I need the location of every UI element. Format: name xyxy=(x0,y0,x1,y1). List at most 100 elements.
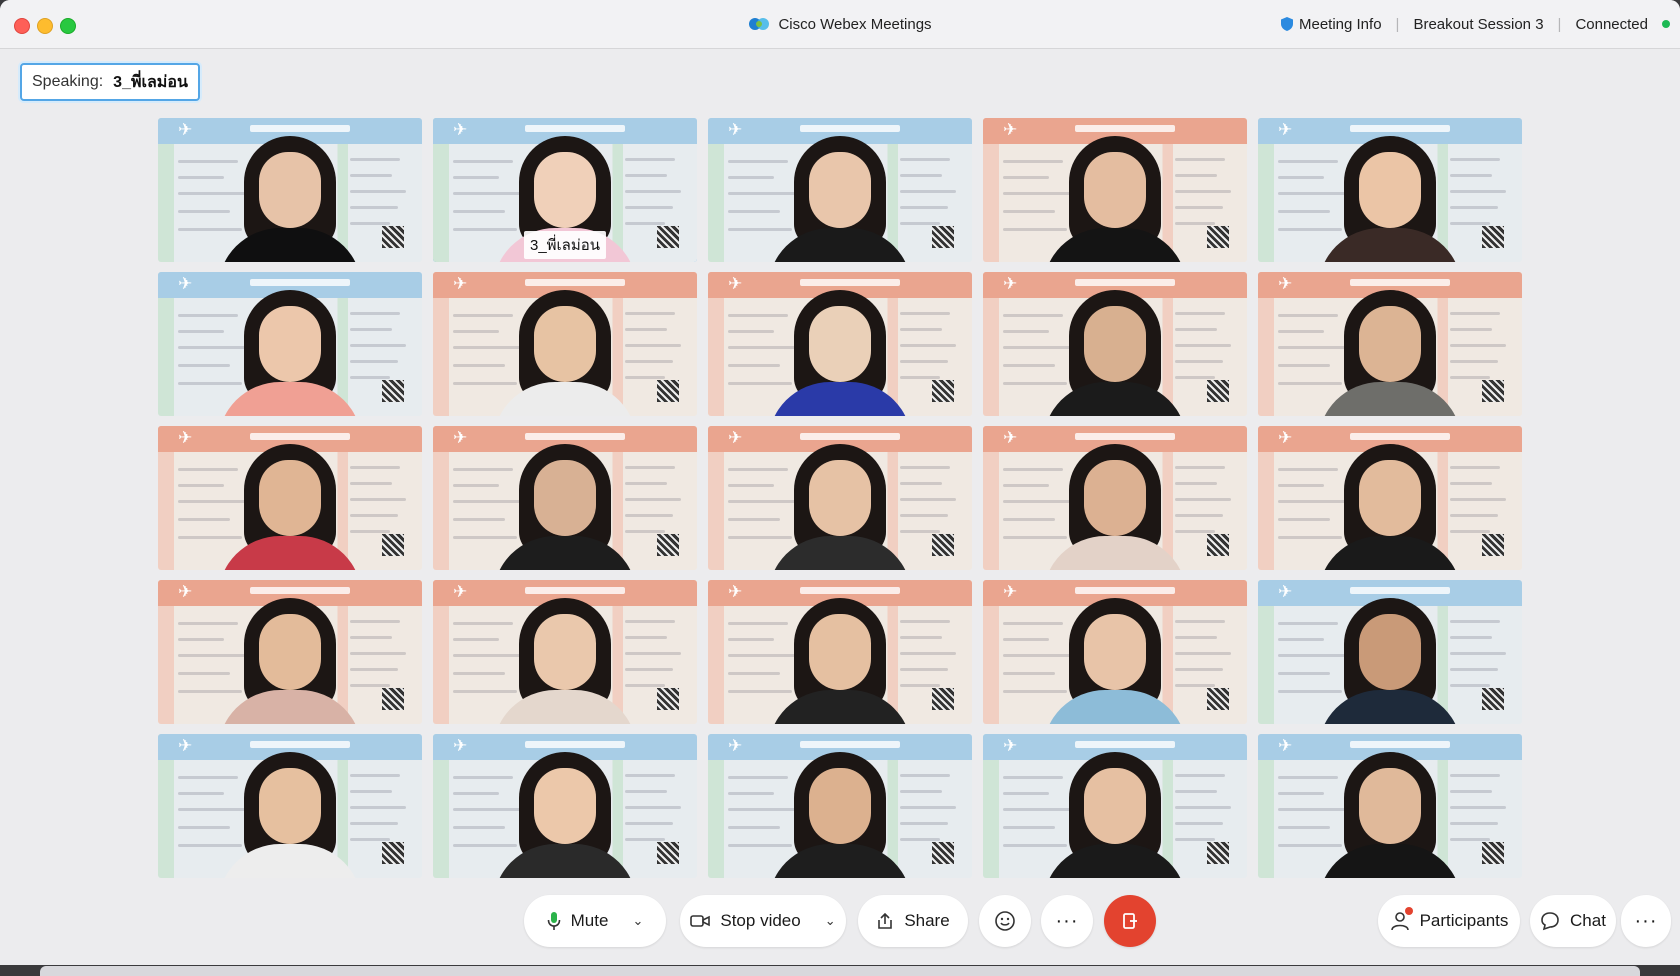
airplane-icon: ✈ xyxy=(1003,428,1018,447)
participant-video-tile[interactable]: ✈ xyxy=(1258,118,1522,262)
webex-window: Cisco Webex Meetings Meeting Info | Brea… xyxy=(0,0,1680,965)
chat-bubble-icon xyxy=(1540,911,1560,931)
participant-video-tile[interactable]: ✈ xyxy=(983,272,1247,416)
qr-code-icon xyxy=(1207,534,1229,556)
participant-video-tile[interactable]: ✈ xyxy=(983,426,1247,570)
participant-video-tile[interactable]: ✈ xyxy=(1258,426,1522,570)
participant-video-tile[interactable]: ✈ xyxy=(983,734,1247,878)
airplane-icon: ✈ xyxy=(1278,582,1293,601)
airplane-icon: ✈ xyxy=(178,120,193,139)
participant-video-tile[interactable]: ✈ xyxy=(1258,580,1522,724)
share-button[interactable]: Share xyxy=(858,895,968,947)
airplane-icon: ✈ xyxy=(1278,736,1293,755)
participant-video-tile[interactable]: ✈ xyxy=(158,272,422,416)
close-window-button[interactable] xyxy=(14,18,30,34)
chat-button[interactable]: Chat xyxy=(1530,895,1616,947)
leave-door-icon xyxy=(1122,912,1138,930)
video-grid: ✈ ✈ 3_พี่เลม่อน ✈ ✈ ✈ ✈ ✈ ✈ ✈ ✈ ✈ ✈ ✈ ✈ … xyxy=(158,118,1522,878)
chevron-down-icon[interactable]: ⌄ xyxy=(825,913,836,929)
participant-name-label: 3_พี่เลม่อน xyxy=(523,231,607,259)
qr-code-icon xyxy=(1207,380,1229,402)
smiley-icon xyxy=(994,910,1016,932)
stop-video-button[interactable]: Stop video ⌄ xyxy=(680,895,846,947)
microphone-icon xyxy=(547,911,561,931)
qr-code-icon xyxy=(382,842,404,864)
airplane-icon: ✈ xyxy=(728,274,743,293)
share-label: Share xyxy=(904,911,950,930)
qr-code-icon xyxy=(932,842,954,864)
participant-video-tile[interactable]: ✈ xyxy=(1258,734,1522,878)
zoom-window-button[interactable] xyxy=(60,18,76,34)
meeting-controls: Mute ⌄ Stop video ⌄ Share ··· Participan… xyxy=(0,895,1680,955)
participant-video-tile[interactable]: ✈ xyxy=(158,118,422,262)
qr-code-icon xyxy=(382,688,404,710)
qr-code-icon xyxy=(1207,688,1229,710)
share-upload-icon xyxy=(876,912,894,930)
participant-video-tile[interactable]: ✈ xyxy=(158,734,422,878)
participant-video-tile[interactable]: ✈ xyxy=(433,426,697,570)
title-bar: Cisco Webex Meetings Meeting Info | Brea… xyxy=(0,0,1680,49)
participant-video-tile[interactable]: ✈ xyxy=(433,734,697,878)
airplane-icon: ✈ xyxy=(178,736,193,755)
title-divider: | xyxy=(1557,15,1562,33)
webex-logo-icon xyxy=(748,16,770,32)
airplane-icon: ✈ xyxy=(453,274,468,293)
more-icon: ··· xyxy=(1634,909,1658,932)
airplane-icon: ✈ xyxy=(1003,120,1018,139)
qr-code-icon xyxy=(382,226,404,248)
qr-code-icon xyxy=(932,226,954,248)
shield-icon xyxy=(1280,17,1293,31)
participant-video-tile[interactable]: ✈ xyxy=(708,426,972,570)
airplane-icon: ✈ xyxy=(453,428,468,447)
airplane-icon: ✈ xyxy=(1278,428,1293,447)
qr-code-icon xyxy=(657,534,679,556)
qr-code-icon xyxy=(1207,226,1229,248)
qr-code-icon xyxy=(932,688,954,710)
airplane-icon: ✈ xyxy=(453,582,468,601)
more-options-button[interactable]: ··· xyxy=(1041,895,1093,947)
airplane-icon: ✈ xyxy=(728,120,743,139)
title-status-area: Meeting Info | Breakout Session 3 | Conn… xyxy=(1280,0,1670,48)
participant-video-tile[interactable]: ✈ xyxy=(708,734,972,878)
airplane-icon: ✈ xyxy=(178,582,193,601)
participant-video-tile[interactable]: ✈ xyxy=(708,118,972,262)
participant-video-tile[interactable]: ✈ xyxy=(1258,272,1522,416)
qr-code-icon xyxy=(382,534,404,556)
participant-video-tile[interactable]: ✈ xyxy=(158,580,422,724)
qr-code-icon xyxy=(657,842,679,864)
qr-code-icon xyxy=(657,688,679,710)
participants-notification-dot xyxy=(1405,907,1413,915)
minimize-window-button[interactable] xyxy=(37,18,53,34)
mute-button[interactable]: Mute ⌄ xyxy=(524,895,666,947)
leave-meeting-button[interactable] xyxy=(1104,895,1156,947)
chevron-down-icon[interactable]: ⌄ xyxy=(632,913,643,929)
participant-video-tile[interactable]: ✈ 3_พี่เลม่อน xyxy=(433,118,697,262)
airplane-icon: ✈ xyxy=(728,582,743,601)
video-camera-icon xyxy=(690,914,711,928)
qr-code-icon xyxy=(1482,226,1504,248)
qr-code-icon xyxy=(1482,688,1504,710)
airplane-icon: ✈ xyxy=(178,428,193,447)
qr-code-icon xyxy=(1482,534,1504,556)
breakout-session-label: Breakout Session 3 xyxy=(1413,15,1544,33)
participant-video-tile[interactable]: ✈ xyxy=(158,426,422,570)
meeting-info-link[interactable]: Meeting Info xyxy=(1280,15,1382,33)
mute-label: Mute xyxy=(570,911,609,930)
participants-button[interactable]: Participants xyxy=(1378,895,1520,947)
speaking-name: 3_พี่เลม่อน xyxy=(113,73,188,91)
participant-video-tile[interactable]: ✈ xyxy=(433,272,697,416)
qr-code-icon xyxy=(657,226,679,248)
participant-video-tile[interactable]: ✈ xyxy=(983,118,1247,262)
participant-video-tile[interactable]: ✈ xyxy=(708,580,972,724)
airplane-icon: ✈ xyxy=(1003,736,1018,755)
title-divider: | xyxy=(1395,15,1400,33)
qr-code-icon xyxy=(932,380,954,402)
participant-video-tile[interactable]: ✈ xyxy=(708,272,972,416)
more-panel-options-button[interactable]: ··· xyxy=(1621,895,1671,947)
reactions-button[interactable] xyxy=(979,895,1031,947)
connection-status-dot xyxy=(1662,20,1670,28)
participant-video-tile[interactable]: ✈ xyxy=(433,580,697,724)
airplane-icon: ✈ xyxy=(728,428,743,447)
participant-video-tile[interactable]: ✈ xyxy=(983,580,1247,724)
meeting-info-label: Meeting Info xyxy=(1298,15,1382,33)
